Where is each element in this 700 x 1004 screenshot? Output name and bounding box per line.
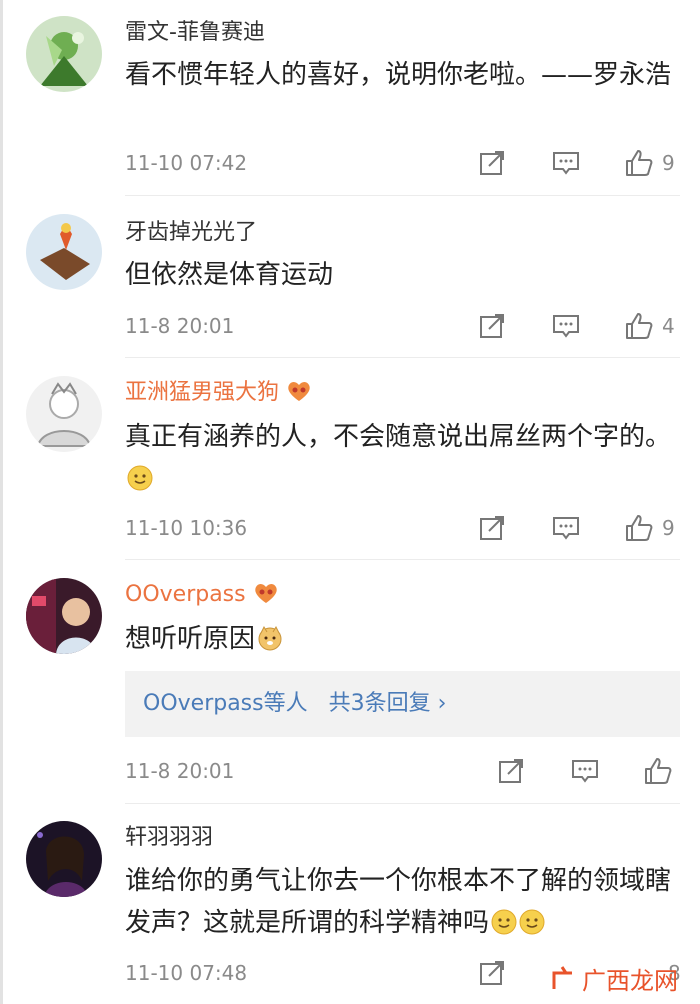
divider bbox=[125, 559, 680, 560]
reply-users: OOverpass等人 bbox=[143, 691, 308, 716]
watermark: 广西龙网 bbox=[548, 958, 700, 998]
comment-text: 谁给你的勇气让你去一个你根本不了解的领域瞎发声？这就是所谓的科学精神吗 bbox=[125, 866, 672, 938]
divider bbox=[125, 357, 680, 358]
comment-time: 11-10 07:48 bbox=[125, 961, 248, 985]
share-button[interactable] bbox=[477, 148, 507, 178]
watermark-logo-icon bbox=[552, 966, 572, 989]
share-icon bbox=[480, 516, 504, 540]
like-button[interactable]: 4 bbox=[624, 311, 675, 341]
comment-time: 11-8 20:01 bbox=[125, 759, 235, 783]
smile-emoji-icon bbox=[127, 465, 153, 491]
reply-button[interactable] bbox=[551, 311, 581, 341]
username[interactable]: 轩羽羽羽 bbox=[125, 823, 213, 853]
smile-emoji-icon bbox=[491, 909, 517, 935]
comment-icon bbox=[553, 152, 579, 175]
username[interactable]: 雷文-菲鲁赛迪 bbox=[125, 18, 265, 48]
doge-emoji-icon bbox=[258, 625, 282, 651]
reply-spacer bbox=[315, 691, 322, 716]
avatar[interactable] bbox=[26, 376, 102, 452]
share-button[interactable] bbox=[477, 311, 507, 341]
avatar[interactable] bbox=[26, 16, 102, 92]
reply-count-link[interactable]: 共3条回复 bbox=[329, 691, 431, 716]
comment-text: 但依然是体育运动 bbox=[125, 260, 334, 290]
username-text: 亚洲猛男强大狗 bbox=[125, 380, 280, 405]
share-icon bbox=[499, 759, 523, 783]
like-button[interactable]: 9 bbox=[624, 148, 675, 178]
share-button[interactable] bbox=[496, 756, 526, 786]
thumbs-up-icon bbox=[626, 515, 653, 541]
share-button[interactable] bbox=[477, 513, 507, 543]
like-button[interactable]: 9 bbox=[624, 513, 675, 543]
watermark-text: 广西龙网 bbox=[582, 966, 678, 995]
comment-text: 想听听原因 bbox=[125, 618, 685, 660]
vip-heart-badge-icon bbox=[254, 584, 277, 603]
left-edge-line bbox=[0, 0, 3, 1004]
comment-icon bbox=[553, 315, 579, 338]
username[interactable]: OOverpass bbox=[125, 580, 280, 610]
like-count: 9 bbox=[662, 516, 675, 540]
comment-text: 真正有涵养的人，不会随意说出屌丝两个字的。 bbox=[125, 416, 685, 500]
smile-emoji-icon bbox=[519, 909, 545, 935]
username[interactable]: 牙齿掉光光了 bbox=[125, 218, 257, 248]
thumbs-up-icon bbox=[626, 150, 653, 176]
like-count: 9 bbox=[662, 151, 675, 175]
comment-time: 11-10 07:42 bbox=[125, 151, 248, 175]
divider bbox=[125, 195, 680, 196]
thumbs-up-icon bbox=[626, 313, 653, 339]
avatar[interactable] bbox=[26, 821, 102, 897]
reply-button[interactable] bbox=[551, 513, 581, 543]
reply-button[interactable] bbox=[570, 756, 600, 786]
avatar[interactable] bbox=[26, 578, 102, 654]
like-count: 4 bbox=[662, 314, 675, 338]
reply-button[interactable] bbox=[551, 148, 581, 178]
username-text: OOverpass bbox=[125, 582, 246, 607]
comment-time: 11-8 20:01 bbox=[125, 314, 235, 338]
share-icon bbox=[480, 314, 504, 338]
avatar[interactable] bbox=[26, 214, 102, 290]
chevron-right-icon: › bbox=[437, 691, 447, 716]
reply-summary[interactable]: OOverpass等人 共3条回复 › bbox=[125, 671, 680, 737]
thumbs-up-icon bbox=[645, 758, 672, 784]
divider bbox=[125, 803, 680, 804]
like-button[interactable] bbox=[643, 756, 681, 786]
comment-icon bbox=[572, 760, 598, 783]
comment-text: 看不惯年轻人的喜好，说明你老啦。——罗永浩 bbox=[125, 60, 672, 90]
share-button[interactable] bbox=[477, 958, 507, 988]
share-icon bbox=[480, 151, 504, 175]
comment-time: 11-10 10:36 bbox=[125, 516, 248, 540]
vip-heart-badge-icon bbox=[288, 382, 310, 401]
username[interactable]: 亚洲猛男强大狗 bbox=[125, 378, 313, 408]
comment-icon bbox=[553, 517, 579, 540]
share-icon bbox=[480, 961, 504, 985]
